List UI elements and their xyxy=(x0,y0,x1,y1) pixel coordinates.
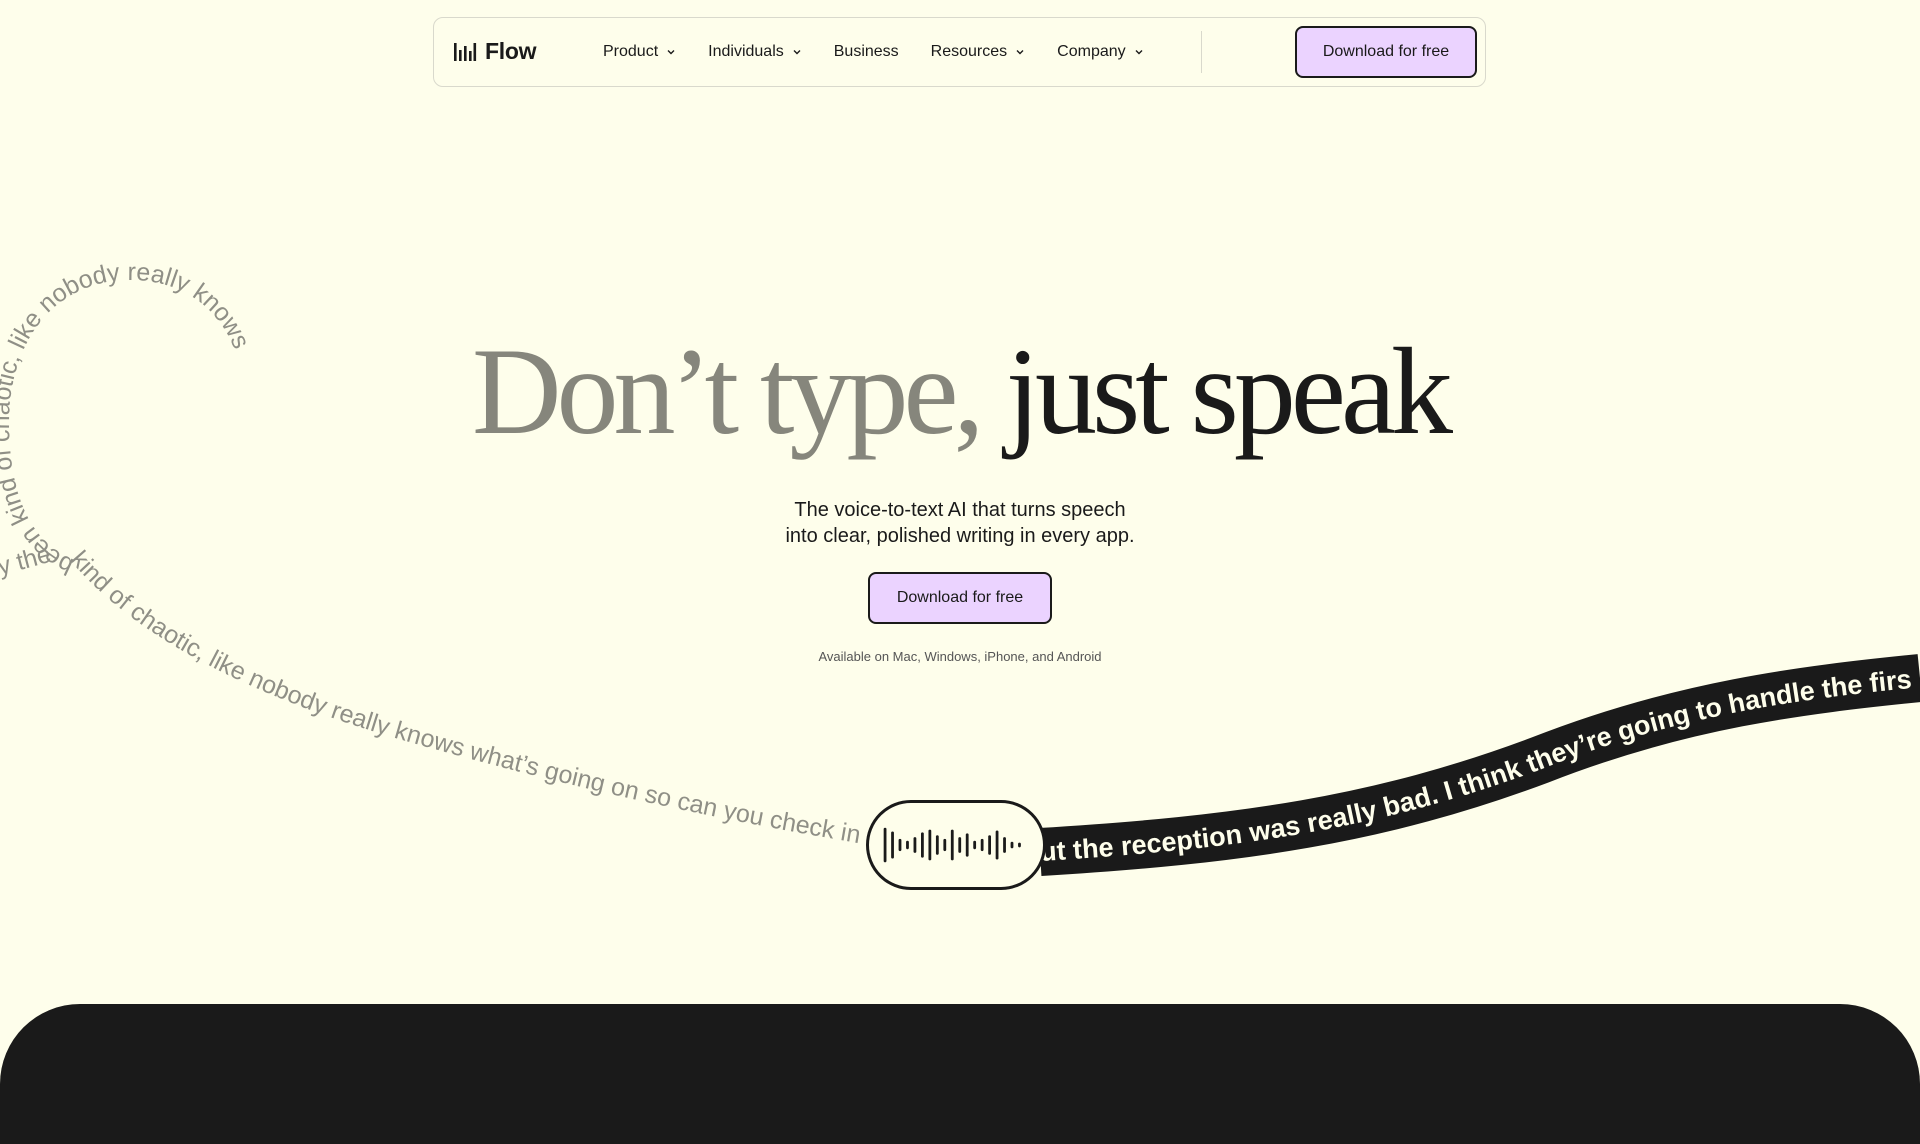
transcript-tail-text: y the the whole thing’s been xyxy=(0,0,54,581)
hero-title-part2: just speak xyxy=(1005,323,1453,460)
platforms-note: Available on Mac, Windows, iPhone, and A… xyxy=(818,649,1102,664)
hero-title-part1: Don’t type, xyxy=(471,323,985,460)
chevron-down-icon xyxy=(793,50,801,55)
chevron-down-icon xyxy=(1135,50,1143,55)
nav-item-business[interactable]: Business xyxy=(834,43,899,61)
nav-item-company[interactable]: Company xyxy=(1057,43,1143,61)
nav-item-label: Business xyxy=(833,43,899,60)
brand-name: Flow xyxy=(485,38,537,64)
hero-title: Don’t type, just speak xyxy=(0,330,1920,454)
next-section-panel xyxy=(0,1004,1920,1144)
hero-subtitle: The voice-to-text AI that turns speech i… xyxy=(0,497,1920,549)
nav-divider xyxy=(1201,31,1202,73)
brand-logo[interactable]: Flow xyxy=(453,38,536,65)
chevron-down-icon xyxy=(667,50,675,55)
hero-subtitle-line2: into clear, polished writing in every ap… xyxy=(785,525,1135,547)
voice-waveform-pill xyxy=(866,800,1046,890)
transcript-band-text: ut the reception was really bad. I think… xyxy=(1039,664,1913,867)
nav-item-individuals[interactable]: Individuals xyxy=(708,43,802,61)
nav-item-label: Product xyxy=(603,43,659,60)
top-navigation: Flow Product Individuals Business Resour… xyxy=(433,17,1486,87)
nav-item-product[interactable]: Product xyxy=(603,43,676,61)
waveform-logo-icon xyxy=(454,42,477,61)
nav-menu: Product Individuals Business Resources C… xyxy=(603,18,1176,86)
nav-item-label: Company xyxy=(1057,43,1126,60)
hero-download-button[interactable]: Download for free xyxy=(868,572,1052,624)
transcript-band xyxy=(1038,654,1920,876)
nav-download-button[interactable]: Download for free xyxy=(1295,26,1477,78)
nav-item-label: Individuals xyxy=(708,43,784,60)
nav-item-label: Resources xyxy=(930,43,1008,60)
hero-subtitle-line1: The voice-to-text AI that turns speech xyxy=(794,499,1126,521)
nav-item-resources[interactable]: Resources xyxy=(931,43,1025,61)
chevron-down-icon xyxy=(1016,50,1024,55)
waveform-icon xyxy=(883,827,1021,863)
